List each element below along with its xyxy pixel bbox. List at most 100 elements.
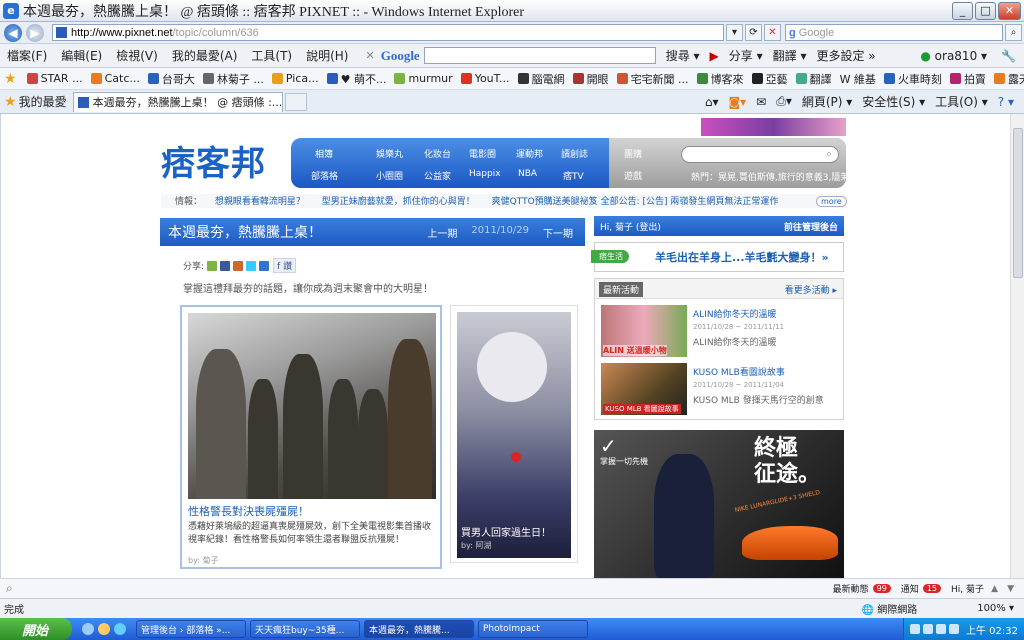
next-issue-link[interactable]: 下一期 <box>543 225 573 240</box>
fav-item[interactable]: 台哥大 <box>147 71 195 87</box>
story-card[interactable]: 性格警長對決喪屍殭屍！ 憑藉好萊塢級的超逼真喪屍殭屍效，創下全美電視影集首播收視… <box>180 305 442 569</box>
fav-item[interactable]: 火車時刻 <box>883 71 942 87</box>
twitter-share-icon[interactable] <box>246 260 257 271</box>
url-input[interactable]: http://www.pixnet.net/topic/column/636 <box>52 24 724 41</box>
prev-issue-link[interactable]: 上一期 <box>427 225 457 240</box>
menu-file[interactable]: 檔案(F) <box>0 47 54 64</box>
notif-user[interactable]: Hi, 菊子 <box>951 582 984 595</box>
nav-groupbuy[interactable]: 團購 <box>624 147 642 160</box>
cmd-safety[interactable]: 安全性(S) ▾ <box>862 93 925 110</box>
menu-tools[interactable]: 工具(T) <box>244 47 299 64</box>
quicklaunch-icon[interactable] <box>82 623 94 635</box>
event-title[interactable]: KUSO MLB看圖說故事 <box>693 365 785 378</box>
task-button[interactable]: PhotoImpact <box>478 620 588 638</box>
mail-icon[interactable]: ✉ <box>756 95 766 109</box>
fav-item[interactable]: 博客來 <box>696 71 744 87</box>
info-item[interactable]: 想親眼看看韓流明星？ <box>215 197 305 207</box>
youtube-icon[interactable]: ▶ <box>710 49 719 63</box>
collapse-down-icon[interactable]: ▼ <box>1007 584 1014 594</box>
task-button[interactable]: 管理後台 › 部落格 »... <box>136 620 246 638</box>
vertical-scrollbar[interactable] <box>1010 114 1024 578</box>
collapse-up-icon[interactable]: ▲ <box>991 584 998 594</box>
nav-games[interactable]: 遊戲 <box>624 169 642 182</box>
tab-active[interactable]: 本週最夯，熱騰騰上桌！ @ 痞頭條 :... <box>72 91 283 112</box>
plurk-share-icon[interactable] <box>233 260 244 271</box>
cmd-tools[interactable]: 工具(O) ▾ <box>935 93 988 110</box>
more-button[interactable]: more <box>816 196 847 207</box>
menu-edit[interactable]: 編輯(E) <box>54 47 109 64</box>
favorites-center-icon[interactable]: ★ <box>4 94 17 110</box>
search-input[interactable]: g Google <box>785 24 1003 41</box>
fav-item[interactable]: 拍賣 <box>949 71 986 87</box>
event-thumb[interactable]: KUSO MLB 看圖說故事 <box>601 363 687 415</box>
fav-item[interactable]: Pica... <box>271 72 319 85</box>
event-item[interactable]: ALIN 送溫暖小物 ALIN給你冬天的溫暖 2011/10/28 ~ 2011… <box>601 305 841 357</box>
site-search-input[interactable]: ⌕ <box>681 146 839 163</box>
event-item[interactable]: KUSO MLB 看圖說故事 KUSO MLB看圖說故事 2011/10/28 … <box>601 363 841 415</box>
maximize-button[interactable]: □ <box>975 1 996 20</box>
nav-album[interactable]: 相簿 <box>315 147 333 160</box>
info-item[interactable]: 全部公告: [公告] 兩嶺發生網頁無法正常運作 <box>601 197 779 207</box>
admin-link[interactable]: 前往管理後台 <box>784 220 838 233</box>
fav-item[interactable]: ♥ 萌不... <box>326 71 386 87</box>
task-button[interactable]: 天天瘋狂buy~35種... <box>250 620 360 638</box>
account-menu[interactable]: ● ora810 ▾ <box>920 49 987 63</box>
scroll-thumb[interactable] <box>1013 128 1023 278</box>
fav-item[interactable]: YouT... <box>460 72 510 85</box>
zoom-level[interactable]: 100% ▾ <box>977 603 1014 614</box>
fav-item[interactable]: 宅宅新聞 ... <box>616 71 689 87</box>
anime-figure-image[interactable] <box>457 312 571 558</box>
news-label[interactable]: 最新動態 <box>833 582 869 595</box>
tray-icon[interactable] <box>910 624 920 634</box>
toolbar-share-button[interactable]: 分享 ▾ <box>729 47 763 64</box>
tray-icon[interactable] <box>936 624 946 634</box>
favorites-label[interactable]: 我的最愛 <box>19 93 67 110</box>
home-icon[interactable]: ⌂▾ <box>705 95 719 109</box>
fav-item[interactable]: 亞藝 <box>751 71 788 87</box>
close-button[interactable]: ✕ <box>998 1 1021 20</box>
refresh-icon[interactable]: ⟳ <box>745 24 762 41</box>
menu-view[interactable]: 檢視(V) <box>109 47 165 64</box>
menu-favorites[interactable]: 我的最愛(A) <box>165 47 245 64</box>
info-item[interactable]: 爽健QTTO預購送美腿祕笈 <box>492 197 598 207</box>
nav-makeup[interactable]: 化妝台 <box>424 147 451 160</box>
fav-item[interactable]: 林菊子 ... <box>202 71 264 87</box>
search-go-icon[interactable]: ⌕ <box>1005 24 1022 41</box>
login-greeting[interactable]: Hi, 菊子 (登出) <box>600 220 661 233</box>
minimize-button[interactable]: _ <box>952 1 973 20</box>
dropdown-arrow-icon[interactable]: ▾ <box>726 24 743 41</box>
fav-item[interactable]: 翻譯 <box>795 71 832 87</box>
nav-happix[interactable]: Happix <box>469 169 501 179</box>
life-link[interactable]: 羊毛出在羊身上...羊毛氈大變身！» <box>655 249 829 265</box>
fav-item[interactable]: STAR ... <box>26 72 83 85</box>
nike-ad[interactable]: ✓ 掌握一切先機 終極 征途。 NIKE LUNARGLIDE+3 SHIELD <box>594 430 844 578</box>
cmd-page[interactable]: 網頁(P) ▾ <box>802 93 852 110</box>
print-icon[interactable]: ⎙▾ <box>776 94 792 109</box>
promo-banner[interactable] <box>701 118 846 136</box>
pixnet-logo[interactable]: 痞客邦 <box>161 136 266 185</box>
toolbar-more-settings[interactable]: 更多設定 » <box>816 47 875 64</box>
hot-topics[interactable]: 熱門：晃晃,賈伯斯傳,旅行的意義3,隱茉 <box>691 170 849 183</box>
story-caption[interactable]: 買男人回家過生日！ <box>461 524 551 539</box>
search-icon[interactable]: ⌕ <box>826 147 832 161</box>
quicklaunch-icon[interactable] <box>114 623 126 635</box>
fav-item[interactable]: Catc... <box>90 72 140 85</box>
notice-label[interactable]: 通知 <box>901 582 919 595</box>
forward-button[interactable]: ▶ <box>26 23 44 42</box>
nav-read[interactable]: 讀創誌 <box>561 147 588 160</box>
story-caption[interactable]: 性格警長對決喪屍殭屍！ <box>188 503 309 519</box>
nav-tv[interactable]: 痞TV <box>563 169 584 182</box>
story-card[interactable]: 買男人回家過生日！ by: 阿湖 <box>450 305 578 563</box>
new-tab-button[interactable] <box>284 92 307 111</box>
nav-ent[interactable]: 娛樂丸 <box>376 147 403 160</box>
event-title[interactable]: ALIN給你冬天的溫暖 <box>693 307 777 320</box>
fav-item[interactable]: W 維基 <box>840 71 876 87</box>
stop-icon[interactable]: ✕ <box>764 24 781 41</box>
facebook-share-icon[interactable] <box>220 260 231 271</box>
toolbar-search-button[interactable]: 搜尋 ▾ <box>666 47 700 64</box>
volume-icon[interactable] <box>949 624 959 634</box>
nav-sports[interactable]: 運動邦 <box>516 147 543 160</box>
cmd-help[interactable]: ? ▾ <box>998 95 1014 109</box>
start-button[interactable]: 開始 <box>0 618 72 640</box>
delicious-share-icon[interactable] <box>259 260 270 271</box>
